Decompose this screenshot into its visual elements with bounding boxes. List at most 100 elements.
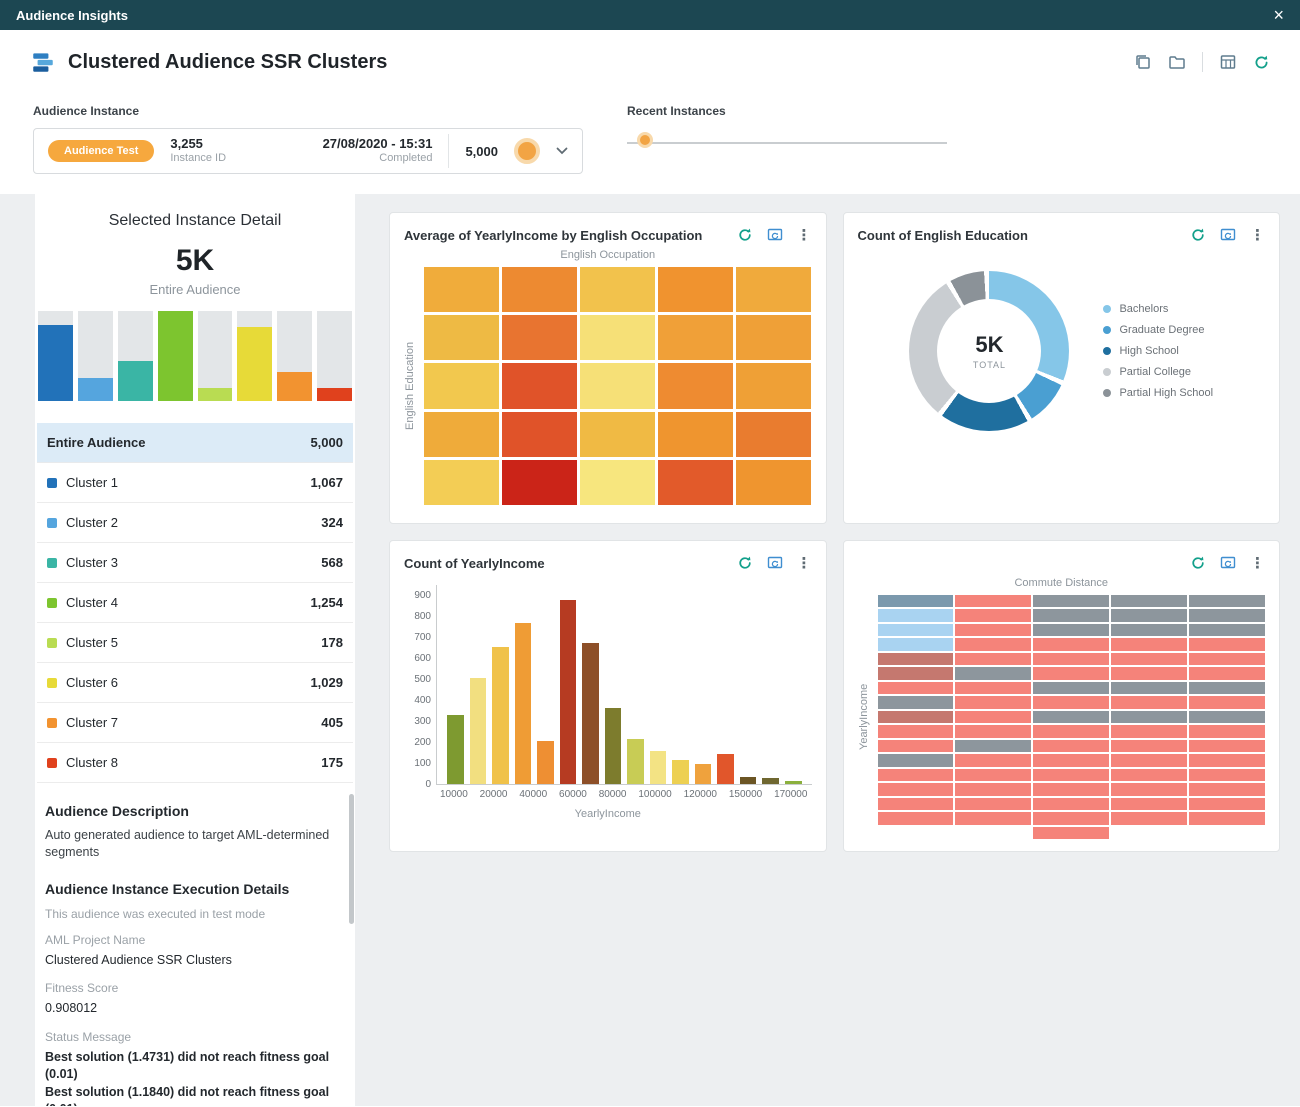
- kebab-menu-icon[interactable]: ⋮: [1250, 556, 1265, 571]
- mini-bar[interactable]: [38, 325, 73, 402]
- close-icon[interactable]: ×: [1273, 6, 1284, 24]
- mosaic-cell[interactable]: [878, 740, 954, 752]
- mosaic-cell[interactable]: [878, 638, 954, 650]
- mosaic-cell[interactable]: [1111, 740, 1187, 752]
- apply-to-dashboard-icon[interactable]: [767, 555, 783, 571]
- mosaic-cell[interactable]: [955, 638, 1031, 650]
- bar[interactable]: [672, 760, 689, 784]
- mosaic-cell[interactable]: [1189, 667, 1265, 679]
- cluster-row[interactable]: Cluster 41,254: [37, 583, 353, 623]
- mosaic-cell[interactable]: [1033, 624, 1109, 636]
- panel-scrollbar[interactable]: [349, 794, 354, 924]
- cluster-row[interactable]: Cluster 5178: [37, 623, 353, 663]
- bar[interactable]: [492, 647, 509, 784]
- mini-bar[interactable]: [158, 311, 193, 401]
- mosaic-cell[interactable]: [1111, 769, 1187, 781]
- mosaic-cell[interactable]: [1033, 609, 1109, 621]
- mosaic-cell[interactable]: [1189, 812, 1265, 824]
- mosaic-cell[interactable]: [1189, 711, 1265, 723]
- slider-track[interactable]: [627, 142, 947, 144]
- mosaic-cell[interactable]: [1111, 725, 1187, 737]
- heatmap-cell[interactable]: [736, 363, 811, 408]
- mosaic-cell[interactable]: [1189, 783, 1265, 795]
- mosaic-cell[interactable]: [1111, 595, 1187, 607]
- heatmap-cell[interactable]: [502, 363, 577, 408]
- mosaic-cell[interactable]: [1033, 667, 1109, 679]
- refresh-icon[interactable]: [737, 555, 753, 571]
- heatmap-cell[interactable]: [580, 460, 655, 505]
- heatmap-cell[interactable]: [580, 363, 655, 408]
- mosaic-cell[interactable]: [1189, 609, 1265, 621]
- heatmap-cell[interactable]: [580, 315, 655, 360]
- mini-bar[interactable]: [277, 372, 312, 401]
- heatmap-cell[interactable]: [502, 412, 577, 457]
- mosaic-cell[interactable]: [878, 769, 954, 781]
- mosaic-cell[interactable]: [878, 609, 954, 621]
- mosaic-cell[interactable]: [1033, 783, 1109, 795]
- bar[interactable]: [447, 715, 464, 784]
- donut-chart[interactable]: 5K TOTAL: [909, 271, 1069, 431]
- legend-item[interactable]: Bachelors: [1103, 303, 1213, 315]
- mosaic-cell[interactable]: [1033, 740, 1109, 752]
- heatmap-cell[interactable]: [424, 412, 499, 457]
- mosaic-cell[interactable]: [1033, 754, 1109, 766]
- refresh-icon[interactable]: [1190, 227, 1206, 243]
- mosaic-cell[interactable]: [955, 682, 1031, 694]
- mosaic-cell[interactable]: [1033, 653, 1109, 665]
- refresh-icon[interactable]: [737, 227, 753, 243]
- refresh-icon[interactable]: [1190, 555, 1206, 571]
- mosaic-cell[interactable]: [955, 595, 1031, 607]
- mosaic-cell[interactable]: [1033, 638, 1109, 650]
- cluster-row[interactable]: Cluster 11,067: [37, 463, 353, 503]
- cluster-row[interactable]: Cluster 8175: [37, 743, 353, 783]
- mosaic-cell[interactable]: [1033, 812, 1109, 824]
- bar[interactable]: [650, 751, 667, 784]
- heatmap-cell[interactable]: [658, 315, 733, 360]
- mosaic-cell[interactable]: [1189, 595, 1265, 607]
- entire-audience-row[interactable]: Entire Audience 5,000: [37, 423, 353, 463]
- mosaic-cell[interactable]: [878, 827, 954, 839]
- mosaic-cell[interactable]: [1111, 754, 1187, 766]
- mosaic-cell[interactable]: [1189, 798, 1265, 810]
- legend-item[interactable]: High School: [1103, 345, 1213, 357]
- mosaic-cell[interactable]: [1111, 638, 1187, 650]
- mosaic-cell[interactable]: [878, 711, 954, 723]
- apply-to-dashboard-icon[interactable]: [767, 227, 783, 243]
- mosaic-cell[interactable]: [1111, 783, 1187, 795]
- mosaic-cell[interactable]: [1111, 682, 1187, 694]
- mosaic-cell[interactable]: [1111, 711, 1187, 723]
- heatmap-cell[interactable]: [658, 460, 733, 505]
- mosaic-cell[interactable]: [1033, 725, 1109, 737]
- mosaic-cell[interactable]: [1189, 696, 1265, 708]
- mosaic-cell[interactable]: [1189, 624, 1265, 636]
- mosaic-cell[interactable]: [1111, 798, 1187, 810]
- instance-selector[interactable]: Audience Test 3,255 Instance ID 27/08/20…: [33, 128, 583, 174]
- slider-handle[interactable]: [637, 132, 653, 148]
- mosaic-cell[interactable]: [1033, 827, 1109, 839]
- mosaic-cell[interactable]: [955, 609, 1031, 621]
- heatmap-cell[interactable]: [424, 267, 499, 312]
- bar[interactable]: [785, 781, 802, 784]
- mosaic-cell[interactable]: [878, 783, 954, 795]
- mini-bar[interactable]: [317, 388, 352, 401]
- legend-item[interactable]: Partial College: [1103, 366, 1213, 378]
- heatmap-cell[interactable]: [424, 460, 499, 505]
- bar[interactable]: [605, 708, 622, 784]
- cluster-row[interactable]: Cluster 61,029: [37, 663, 353, 703]
- heatmap-cell[interactable]: [736, 460, 811, 505]
- refresh-icon[interactable]: [1253, 54, 1270, 71]
- mosaic-cell[interactable]: [1189, 653, 1265, 665]
- mosaic-cell[interactable]: [955, 827, 1031, 839]
- mosaic-cell[interactable]: [1189, 725, 1265, 737]
- heatmap-cell[interactable]: [736, 315, 811, 360]
- mosaic-cell[interactable]: [1033, 595, 1109, 607]
- apply-to-dashboard-icon[interactable]: [1220, 555, 1236, 571]
- mosaic-cell[interactable]: [1111, 653, 1187, 665]
- heatmap-cell[interactable]: [736, 412, 811, 457]
- mosaic-cell[interactable]: [1189, 827, 1265, 839]
- bar[interactable]: [470, 678, 487, 784]
- mosaic-cell[interactable]: [878, 696, 954, 708]
- heatmap-cell[interactable]: [736, 267, 811, 312]
- data-grid-icon[interactable]: [1219, 53, 1237, 71]
- mosaic-cell[interactable]: [1111, 609, 1187, 621]
